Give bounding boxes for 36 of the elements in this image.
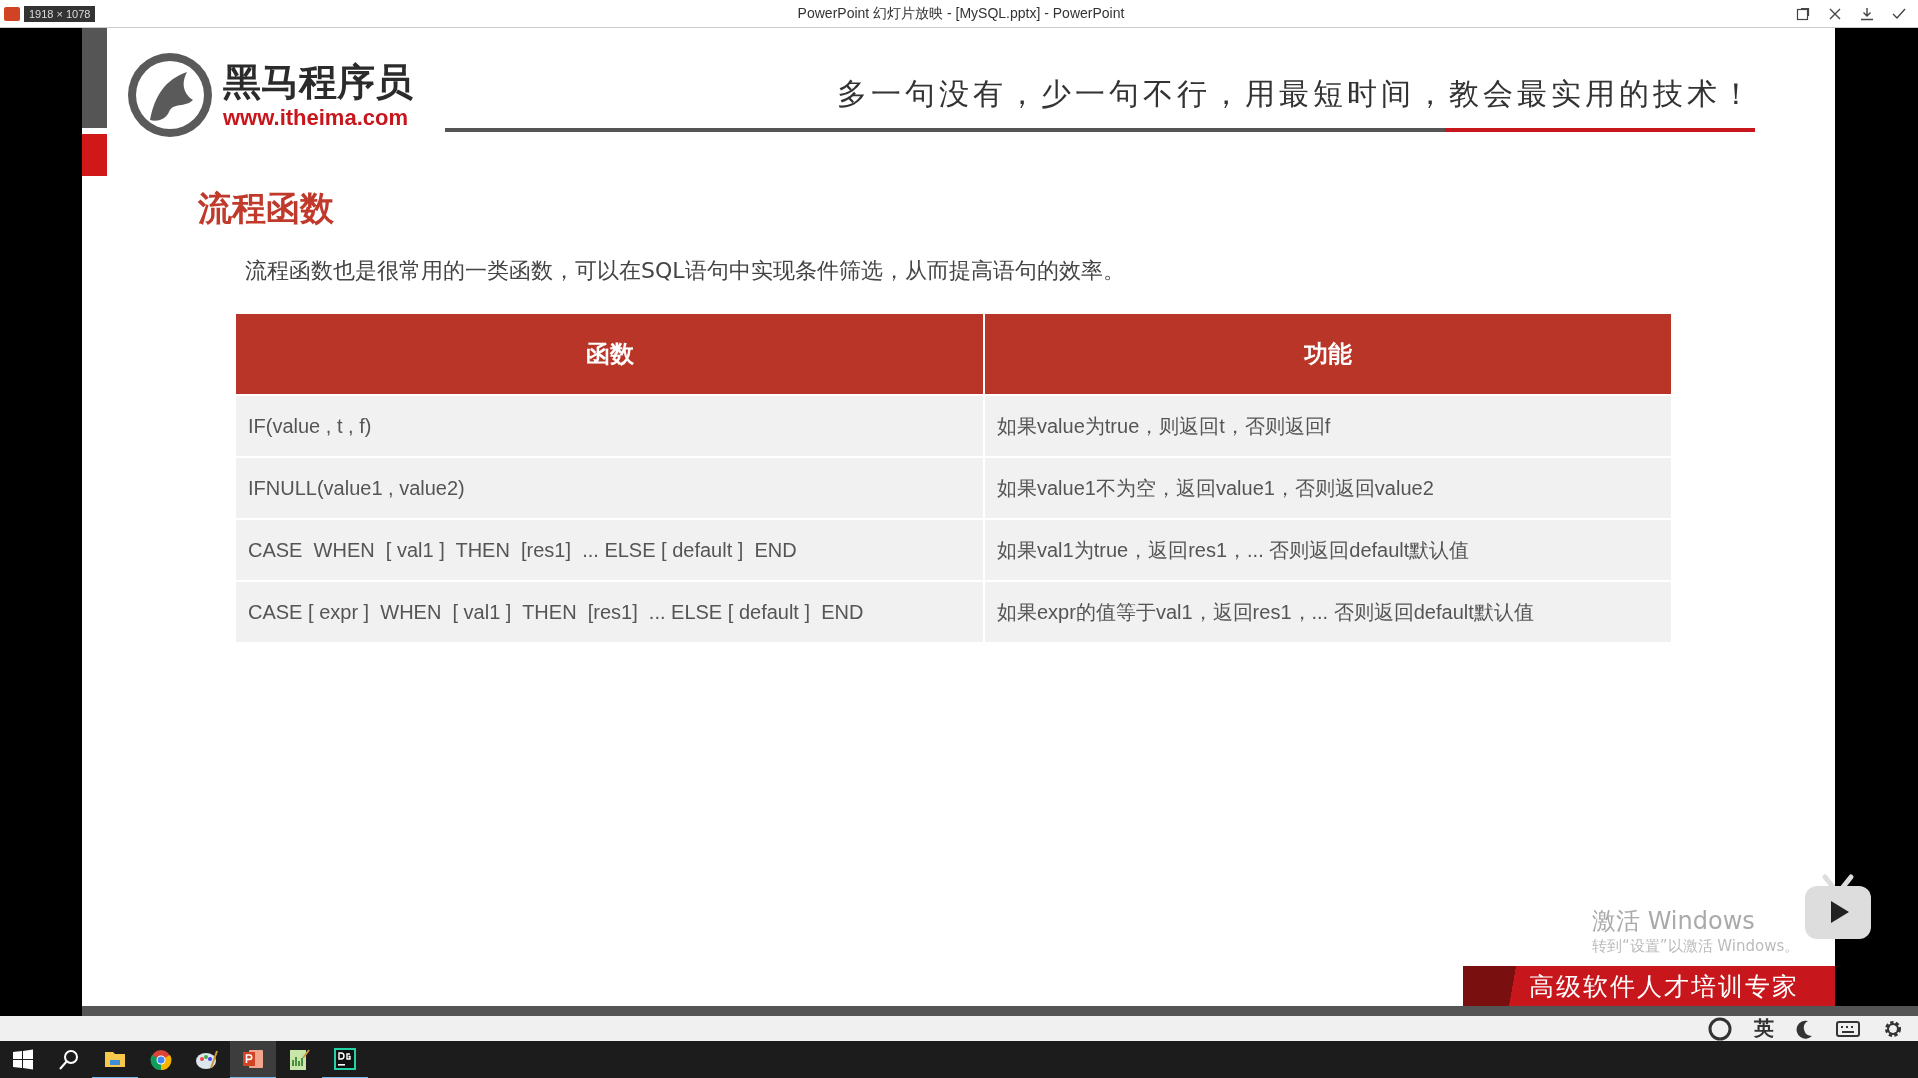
ime-language[interactable]: 英 — [1754, 1015, 1774, 1042]
table-cell: 如果expr的值等于val1，返回res1，... 否则返回default默认值 — [985, 582, 1671, 642]
table-cell: IF(value , t , f) — [236, 396, 983, 456]
slide-heading: 流程函数 — [198, 187, 335, 230]
windows-icon — [11, 1048, 35, 1072]
restore-icon[interactable] — [1796, 6, 1810, 21]
logo-url: www.itheima.com — [223, 105, 409, 131]
chart-document-icon — [287, 1048, 311, 1072]
browser-icon — [149, 1048, 173, 1072]
table-cell: CASE [ expr ] WHEN [ val1 ] THEN [res1] ... ELSE [ default ] END — [236, 582, 983, 642]
table-cell: 如果value为true，则返回t，否则返回f — [985, 396, 1671, 456]
accent-bar — [82, 134, 107, 176]
activation-hint: 转到“设置”以激活 Windows。 — [1592, 936, 1800, 956]
description: 流程函数也是很常用的一类函数，可以在SQL语句中实现条件筛选，从而提高语句的效率。 — [245, 257, 1126, 285]
table-cell: 如果val1为true，返回res1，... 否则返回default默认值 — [985, 520, 1671, 580]
close-icon[interactable] — [1828, 6, 1842, 21]
palette-icon — [195, 1048, 219, 1072]
footer-banner: 高级软件人才培训专家 — [1463, 966, 1835, 1006]
window-title: PowerPoint 幻灯片放映 - [MySQL.pptx] - PowerPoint — [796, 4, 1126, 23]
tv-play-icon[interactable] — [1803, 873, 1873, 941]
table-cell: CASE WHEN [ val1 ] THEN [res1] ... ELSE [ default ] END — [236, 520, 983, 580]
search-icon — [57, 1048, 81, 1072]
horse-logo-icon — [125, 50, 215, 140]
download-icon[interactable] — [1860, 6, 1874, 21]
table-cell: 如果value1不为空，返回value1，否则返回value2 — [985, 458, 1671, 518]
activation-title: 激活 Windows — [1592, 906, 1756, 936]
keyboard-icon[interactable] — [1836, 1019, 1860, 1038]
size-badge: 1918 × 1078 — [24, 5, 96, 22]
slogan: 多一句没有，少一句不行，用最短时间，教会最实用的技术！ — [837, 75, 1755, 113]
database-tool-icon — [333, 1047, 357, 1071]
table-cell: IFNULL(value1 , value2) — [236, 458, 983, 518]
checkmark-icon[interactable] — [1892, 6, 1906, 21]
logo-name: 黑马程序员 — [223, 59, 413, 105]
column-header: 函数 — [236, 314, 983, 394]
column-header: 功能 — [985, 314, 1671, 394]
moon-icon[interactable] — [1796, 1018, 1814, 1039]
